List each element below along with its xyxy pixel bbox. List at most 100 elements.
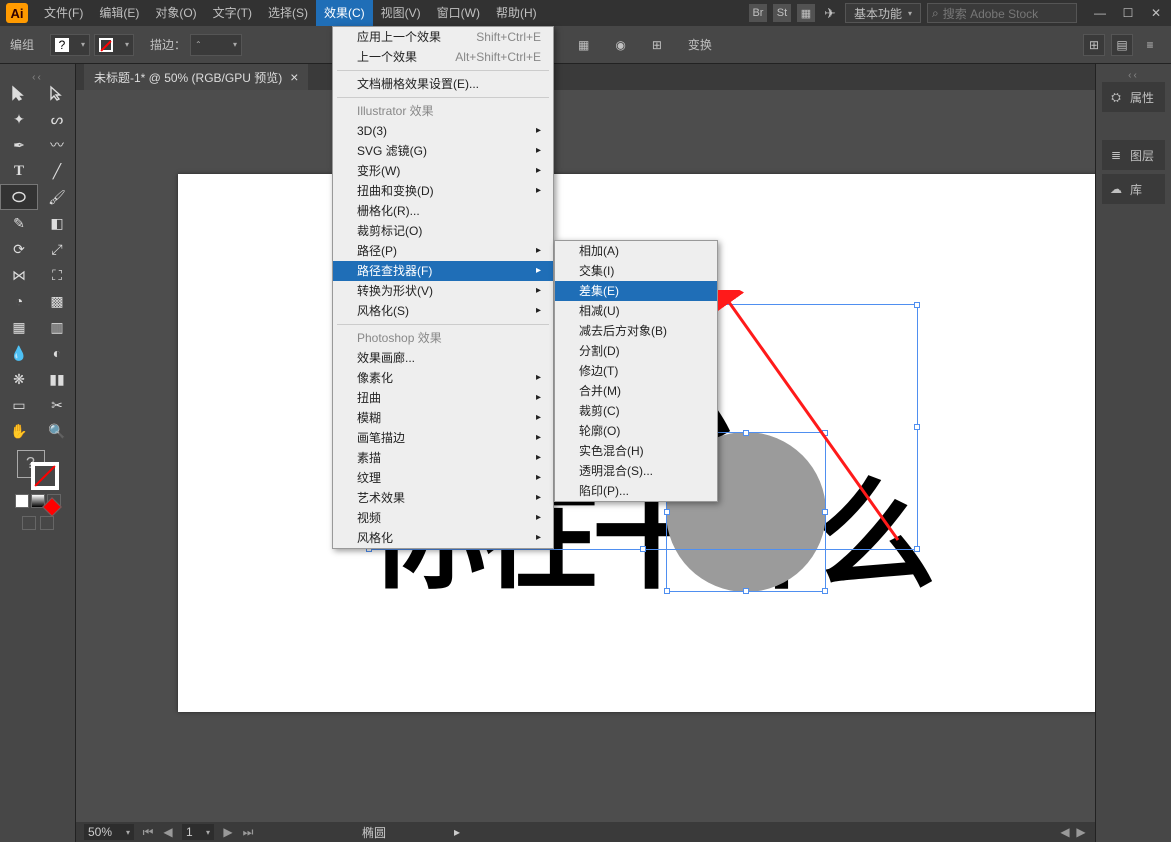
submenu-item-trim[interactable]: 修边(T) xyxy=(555,361,717,381)
line-segment-tool[interactable]: ╱ xyxy=(38,158,76,184)
align-icon[interactable]: ▦ xyxy=(578,38,589,52)
menu-item-stylize-ps[interactable]: 风格化 xyxy=(333,528,553,548)
menu-effect[interactable]: 效果(C) xyxy=(316,0,373,26)
submenu-item-subtract[interactable]: 相减(U) xyxy=(555,301,717,321)
maximize-icon[interactable]: ☐ xyxy=(1121,6,1135,20)
minimize-icon[interactable]: — xyxy=(1093,6,1107,20)
submenu-item-outline[interactable]: 轮廓(O) xyxy=(555,421,717,441)
color-mode-color[interactable] xyxy=(15,494,29,508)
right-panels-handle[interactable]: ‹‹ xyxy=(1096,70,1171,78)
rotate-tool[interactable]: ⟳ xyxy=(0,236,38,262)
menu-item-rasterize[interactable]: 栅格化(R)... xyxy=(333,201,553,221)
direct-selection-tool[interactable] xyxy=(38,80,76,106)
draw-mode-normal[interactable] xyxy=(22,516,36,530)
column-graph-tool[interactable]: ▮▮ xyxy=(38,366,76,392)
menu-item-svg-filters[interactable]: SVG 滤镜(G) xyxy=(333,141,553,161)
symbol-sprayer-tool[interactable]: ❋ xyxy=(0,366,38,392)
libraries-panel-button[interactable]: ☁库 xyxy=(1102,174,1165,204)
first-artboard-icon[interactable]: ⏮ xyxy=(142,825,154,840)
menu-item-distort-transform[interactable]: 扭曲和变换(D) xyxy=(333,181,553,201)
submenu-item-merge[interactable]: 合并(M) xyxy=(555,381,717,401)
menu-item-texture[interactable]: 纹理 xyxy=(333,468,553,488)
menu-item-path[interactable]: 路径(P) xyxy=(333,241,553,261)
gpu-icon[interactable]: ✈ xyxy=(821,4,839,22)
submenu-item-exclude[interactable]: 差集(E) xyxy=(555,281,717,301)
properties-panel-button[interactable]: ⛭属性 xyxy=(1102,82,1165,112)
last-artboard-icon[interactable]: ⏭ xyxy=(242,825,254,840)
blend-tool[interactable]: ◐ xyxy=(38,340,76,366)
pathfinder-icon[interactable]: ⊞ xyxy=(652,38,662,52)
menu-item-stylize-ai[interactable]: 风格化(S) xyxy=(333,301,553,321)
fill-stroke-indicator[interactable]: ? xyxy=(13,450,63,490)
shape-builder-tool[interactable]: ◔ xyxy=(0,288,38,314)
zoom-tool[interactable]: 🔍 xyxy=(38,418,76,444)
submenu-item-soft-mix[interactable]: 透明混合(S)... xyxy=(555,461,717,481)
tools-panel-handle[interactable]: ‹‹ xyxy=(0,72,75,80)
snap-to-pixel-icon[interactable]: ⊞ xyxy=(1083,34,1105,56)
status-popup-icon[interactable]: ▸ xyxy=(454,825,460,839)
workspace-switcher[interactable]: 基本功能▾ xyxy=(845,3,921,23)
ellipse-tool[interactable] xyxy=(0,184,38,210)
gradient-tool[interactable]: ▥ xyxy=(38,314,76,340)
prev-artboard-icon[interactable]: ◀ xyxy=(162,825,174,839)
menu-view[interactable]: 视图(V) xyxy=(373,0,429,26)
bridge-icon[interactable]: Br xyxy=(749,4,767,22)
menu-object[interactable]: 对象(O) xyxy=(147,0,204,26)
menu-item-pixelate[interactable]: 像素化 xyxy=(333,368,553,388)
zoom-level-input[interactable]: 50%▾ xyxy=(84,824,134,840)
menu-item-artistic[interactable]: 艺术效果 xyxy=(333,488,553,508)
stroke-weight-input[interactable]: ⌃▾ xyxy=(190,34,242,56)
stroke-dropdown[interactable]: ▾ xyxy=(94,34,134,56)
menu-item-sketch[interactable]: 素描 xyxy=(333,448,553,468)
submenu-item-crop[interactable]: 裁剪(C) xyxy=(555,401,717,421)
menu-item-convert-to-shape[interactable]: 转换为形状(V) xyxy=(333,281,553,301)
menu-item-crop-marks[interactable]: 裁剪标记(O) xyxy=(333,221,553,241)
slice-tool[interactable]: ✂ xyxy=(38,392,76,418)
menu-item-document-raster-settings[interactable]: 文档栅格效果设置(E)... xyxy=(333,74,553,94)
menu-type[interactable]: 文字(T) xyxy=(205,0,260,26)
submenu-item-minus-back[interactable]: 减去后方对象(B) xyxy=(555,321,717,341)
close-icon[interactable]: ✕ xyxy=(1149,6,1163,20)
menu-item-distort[interactable]: 扭曲 xyxy=(333,388,553,408)
perspective-grid-tool[interactable]: ▩ xyxy=(38,288,76,314)
artboard-tool[interactable]: ▭ xyxy=(0,392,38,418)
artboard-number-input[interactable]: 1▾ xyxy=(182,824,214,840)
align-to-pixel-icon[interactable]: ▤ xyxy=(1111,34,1133,56)
type-tool[interactable]: T xyxy=(0,158,38,184)
screen-mode-icon[interactable] xyxy=(40,516,54,530)
scale-tool[interactable]: ⤢ xyxy=(38,236,76,262)
submenu-item-add[interactable]: 相加(A) xyxy=(555,241,717,261)
panel-menu-icon[interactable]: ≡ xyxy=(1139,34,1161,56)
menu-item-warp[interactable]: 变形(W) xyxy=(333,161,553,181)
submenu-item-divide[interactable]: 分割(D) xyxy=(555,341,717,361)
lasso-tool[interactable]: ᔕ xyxy=(38,106,76,132)
menu-edit[interactable]: 编辑(E) xyxy=(91,0,147,26)
submenu-item-intersect[interactable]: 交集(I) xyxy=(555,261,717,281)
transform-label[interactable]: 变换 xyxy=(688,36,712,53)
free-transform-tool[interactable]: ⛶ xyxy=(38,262,76,288)
menu-item-apply-last-effect[interactable]: 应用上一个效果Shift+Ctrl+E xyxy=(333,27,553,47)
menu-item-last-effect[interactable]: 上一个效果Alt+Shift+Ctrl+E xyxy=(333,47,553,67)
menu-item-video[interactable]: 视频 xyxy=(333,508,553,528)
next-artboard-icon[interactable]: ▶ xyxy=(222,825,234,839)
curvature-tool[interactable]: 〰 xyxy=(38,132,76,158)
menu-file[interactable]: 文件(F) xyxy=(36,0,91,26)
menu-help[interactable]: 帮助(H) xyxy=(488,0,545,26)
magic-wand-tool[interactable]: ✦ xyxy=(0,106,38,132)
fill-dropdown[interactable]: ?▾ xyxy=(50,34,90,56)
pen-tool[interactable]: ✒ xyxy=(0,132,38,158)
menu-item-blur[interactable]: 模糊 xyxy=(333,408,553,428)
search-adobe-stock[interactable]: ⌕搜索 Adobe Stock xyxy=(927,3,1077,23)
eyedropper-tool[interactable]: 💧 xyxy=(0,340,38,366)
layers-panel-button[interactable]: ≣图层 xyxy=(1102,140,1165,170)
menu-item-3d[interactable]: 3D(3) xyxy=(333,121,553,141)
arrange-documents-icon[interactable]: ▦ xyxy=(797,4,815,22)
color-mode-none[interactable] xyxy=(47,494,61,508)
eraser-tool[interactable]: ◧ xyxy=(38,210,76,236)
selection-tool[interactable] xyxy=(0,80,38,106)
menu-select[interactable]: 选择(S) xyxy=(260,0,316,26)
width-tool[interactable]: ⋈ xyxy=(0,262,38,288)
menu-window[interactable]: 窗口(W) xyxy=(429,0,488,26)
hand-tool[interactable]: ✋ xyxy=(0,418,38,444)
menu-item-pathfinder[interactable]: 路径查找器(F) xyxy=(333,261,553,281)
